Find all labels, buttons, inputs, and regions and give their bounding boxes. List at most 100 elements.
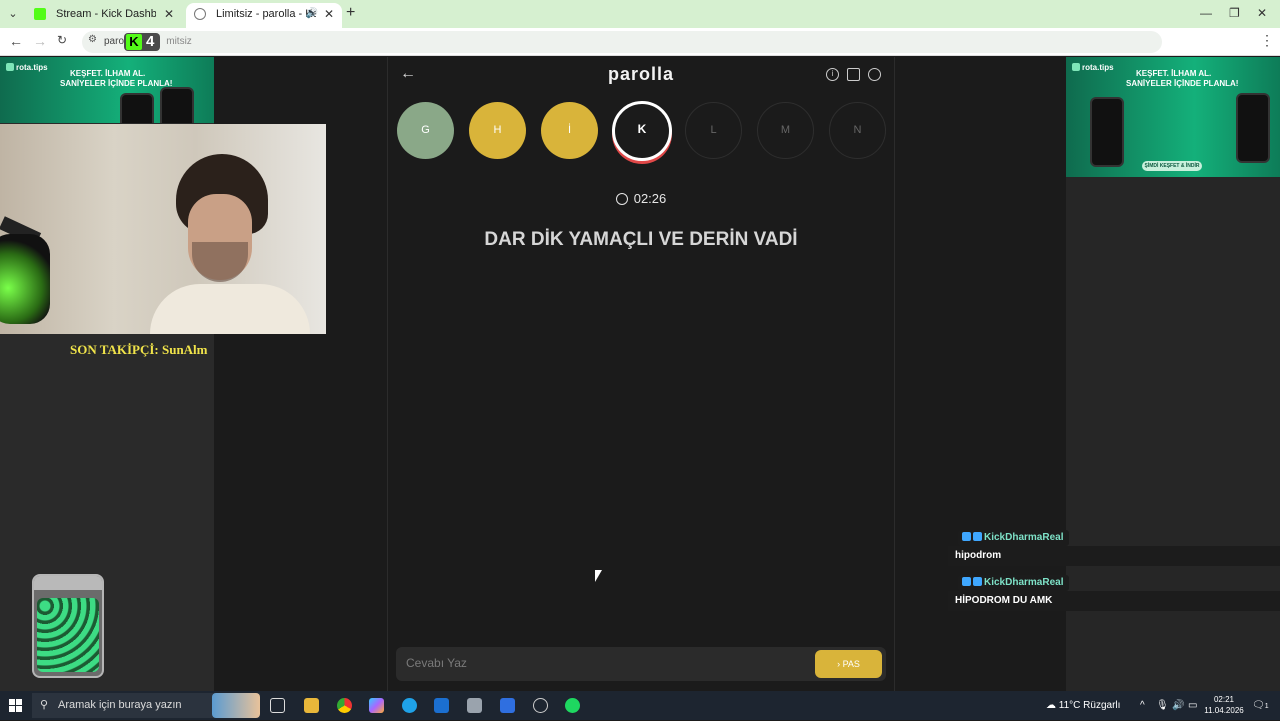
letter-n[interactable]: N [829, 102, 886, 159]
chevron-right-icon: › [837, 659, 841, 669]
new-tab-button[interactable]: + [346, 5, 355, 21]
answer-bar: › PAS [396, 647, 886, 681]
question-text: DAR DİK YAMAÇLI VE DERİN VADİ [484, 229, 798, 250]
mic-tray-icon[interactable]: 🎙 [1156, 691, 1169, 720]
search-highlight-image [212, 693, 260, 718]
site-settings-icon[interactable]: ⚙ [88, 34, 97, 45]
last-follower-text: SON TAKİPÇİ: SunAlm [70, 342, 208, 357]
phone-image [1090, 97, 1124, 167]
letter-k-active[interactable]: K [612, 101, 672, 161]
restore-icon[interactable]: ❐ [1229, 6, 1240, 20]
forward-icon[interactable]: → [33, 33, 47, 49]
pass-label: PAS [842, 659, 860, 669]
weather-widget[interactable]: ☁ 11°C Rüzgarlı [1046, 691, 1120, 720]
game-title: parolla [607, 64, 675, 84]
browser-toolbar: ← → ↻ parolmitsiz ☆ ⋮ [0, 28, 1280, 77]
tab-parolla[interactable]: Limitsiz - parolla - Kelime o 🔊 ✕ [186, 3, 342, 28]
tab-title: Stream - Kick Dashboard [56, 8, 156, 20]
date: 11.04.2026 [1204, 706, 1244, 715]
game-header: ← parolla i [388, 57, 894, 93]
letter-wheel: G H İ K L M N [396, 101, 888, 162]
outlook-icon[interactable] [434, 698, 449, 713]
tab-close-icon[interactable]: ✕ [324, 3, 334, 25]
file-explorer-icon[interactable] [304, 698, 319, 713]
close-window-icon[interactable]: ✕ [1257, 6, 1267, 20]
phone-image [120, 93, 154, 123]
kick-favicon-icon [34, 8, 46, 20]
search-placeholder: Aramak için buraya yazın [58, 699, 182, 711]
search-icon: ⚲ [40, 699, 49, 711]
ad-cta[interactable]: ŞİMDİ KEŞFET & İNDİR [1142, 161, 1202, 171]
ad-banner-left[interactable]: rota.tips KEŞFET. İLHAM AL. SANİYELER İÇ… [0, 57, 214, 123]
parolla-favicon-icon [194, 8, 206, 20]
taskbar-search[interactable]: ⚲ Aramak için buraya yazın [32, 693, 260, 718]
letter-g[interactable]: G [397, 102, 454, 159]
task-view-icon[interactable] [270, 698, 285, 713]
info-icon[interactable]: i [826, 68, 839, 81]
verified-badge-icon [962, 532, 971, 541]
answer-input[interactable] [406, 656, 786, 670]
address-bar[interactable]: parol mitsiz [82, 31, 1162, 53]
start-menu-icon[interactable] [9, 699, 22, 712]
ad-brand: rota.tips [1072, 63, 1114, 72]
tray-chevron-icon[interactable]: ^ [1140, 691, 1145, 720]
timer: 02:26 [388, 191, 894, 206]
taskbar-clock[interactable]: 02:21 11.04.2026 [1200, 694, 1248, 716]
volume-icon[interactable]: 🔊 [1172, 691, 1184, 720]
ad-line-1: KEŞFET. İLHAM AL. [70, 69, 146, 78]
webcam-feed [0, 124, 326, 334]
chat-text: HİPODROM DU AMK [948, 591, 1280, 611]
network-icon[interactable]: ▭ [1188, 691, 1197, 720]
sub-badge-icon [973, 577, 982, 586]
sub-badge-icon [973, 532, 982, 541]
tab-close-icon[interactable]: ✕ [164, 3, 174, 25]
chrome-icon[interactable] [337, 698, 352, 713]
spotify-icon[interactable] [565, 698, 580, 713]
time: 02:21 [1213, 695, 1235, 704]
url-tail: mitsiz [166, 36, 192, 47]
parolla-game: ← parolla i G H İ K L M N 02:26 DAR DİK … [387, 57, 895, 691]
kick-logo-icon: K [126, 34, 142, 50]
copilot-icon[interactable] [369, 698, 384, 713]
back-icon[interactable]: ← [9, 33, 23, 49]
ad-line-2: SANİYELER İÇİNDE PLANLA! [60, 79, 173, 88]
profile-icon[interactable] [868, 68, 881, 81]
ad-brand: rota.tips [6, 63, 48, 72]
more-menu-icon[interactable]: ⋮ [1260, 32, 1274, 49]
url-text: parol [104, 36, 127, 47]
clover-jar [32, 574, 104, 678]
edge-icon[interactable] [402, 698, 417, 713]
jar-lid [34, 576, 102, 590]
speaker-icon[interactable]: 🔊 [306, 3, 318, 25]
cloud-wind-icon: ☁ [1046, 700, 1059, 711]
stats-icon[interactable] [847, 68, 860, 81]
obs-icon[interactable] [533, 698, 548, 713]
ad-line-1: KEŞFET. İLHAM AL. [1136, 69, 1212, 78]
store-icon[interactable] [500, 698, 515, 713]
chat-text: hipodrom [948, 546, 1280, 566]
notifications-icon[interactable]: 🗨1 [1252, 691, 1269, 721]
chat-username: KickDharmaReal [958, 575, 1070, 591]
kick-badge-count: 4 [146, 33, 155, 50]
pass-button[interactable]: › PAS [815, 650, 882, 678]
letter-m[interactable]: M [757, 102, 814, 159]
phone-image [1236, 93, 1270, 163]
kick-overlay-badge: K 4 [124, 33, 160, 51]
browser-tab-bar: ⌄ Stream - Kick Dashboard ✕ Limitsiz - p… [0, 0, 1280, 28]
letter-i[interactable]: İ [541, 102, 598, 159]
tab-kick-dashboard[interactable]: Stream - Kick Dashboard ✕ [26, 3, 182, 28]
tab-search-chevron-icon[interactable]: ⌄ [4, 5, 22, 23]
reload-icon[interactable]: ↻ [57, 33, 67, 47]
letter-l[interactable]: L [685, 102, 742, 159]
verified-badge-icon [962, 577, 971, 586]
windows-taskbar: ⚲ Aramak için buraya yazın ☁ 11°C Rüzgar… [0, 691, 1280, 720]
ad-banner-right[interactable]: rota.tips KEŞFET. İLHAM AL. SANİYELER İÇ… [1066, 57, 1280, 177]
minimize-icon[interactable]: — [1200, 6, 1212, 20]
chat-message: KickDharmaReal hipodrom [948, 530, 1280, 574]
streamer-beard [192, 242, 248, 282]
timer-value: 02:26 [633, 191, 667, 206]
jar-clovers [37, 598, 99, 672]
app-icon[interactable] [467, 698, 482, 713]
chat-username: KickDharmaReal [958, 530, 1070, 546]
letter-h[interactable]: H [469, 102, 526, 159]
